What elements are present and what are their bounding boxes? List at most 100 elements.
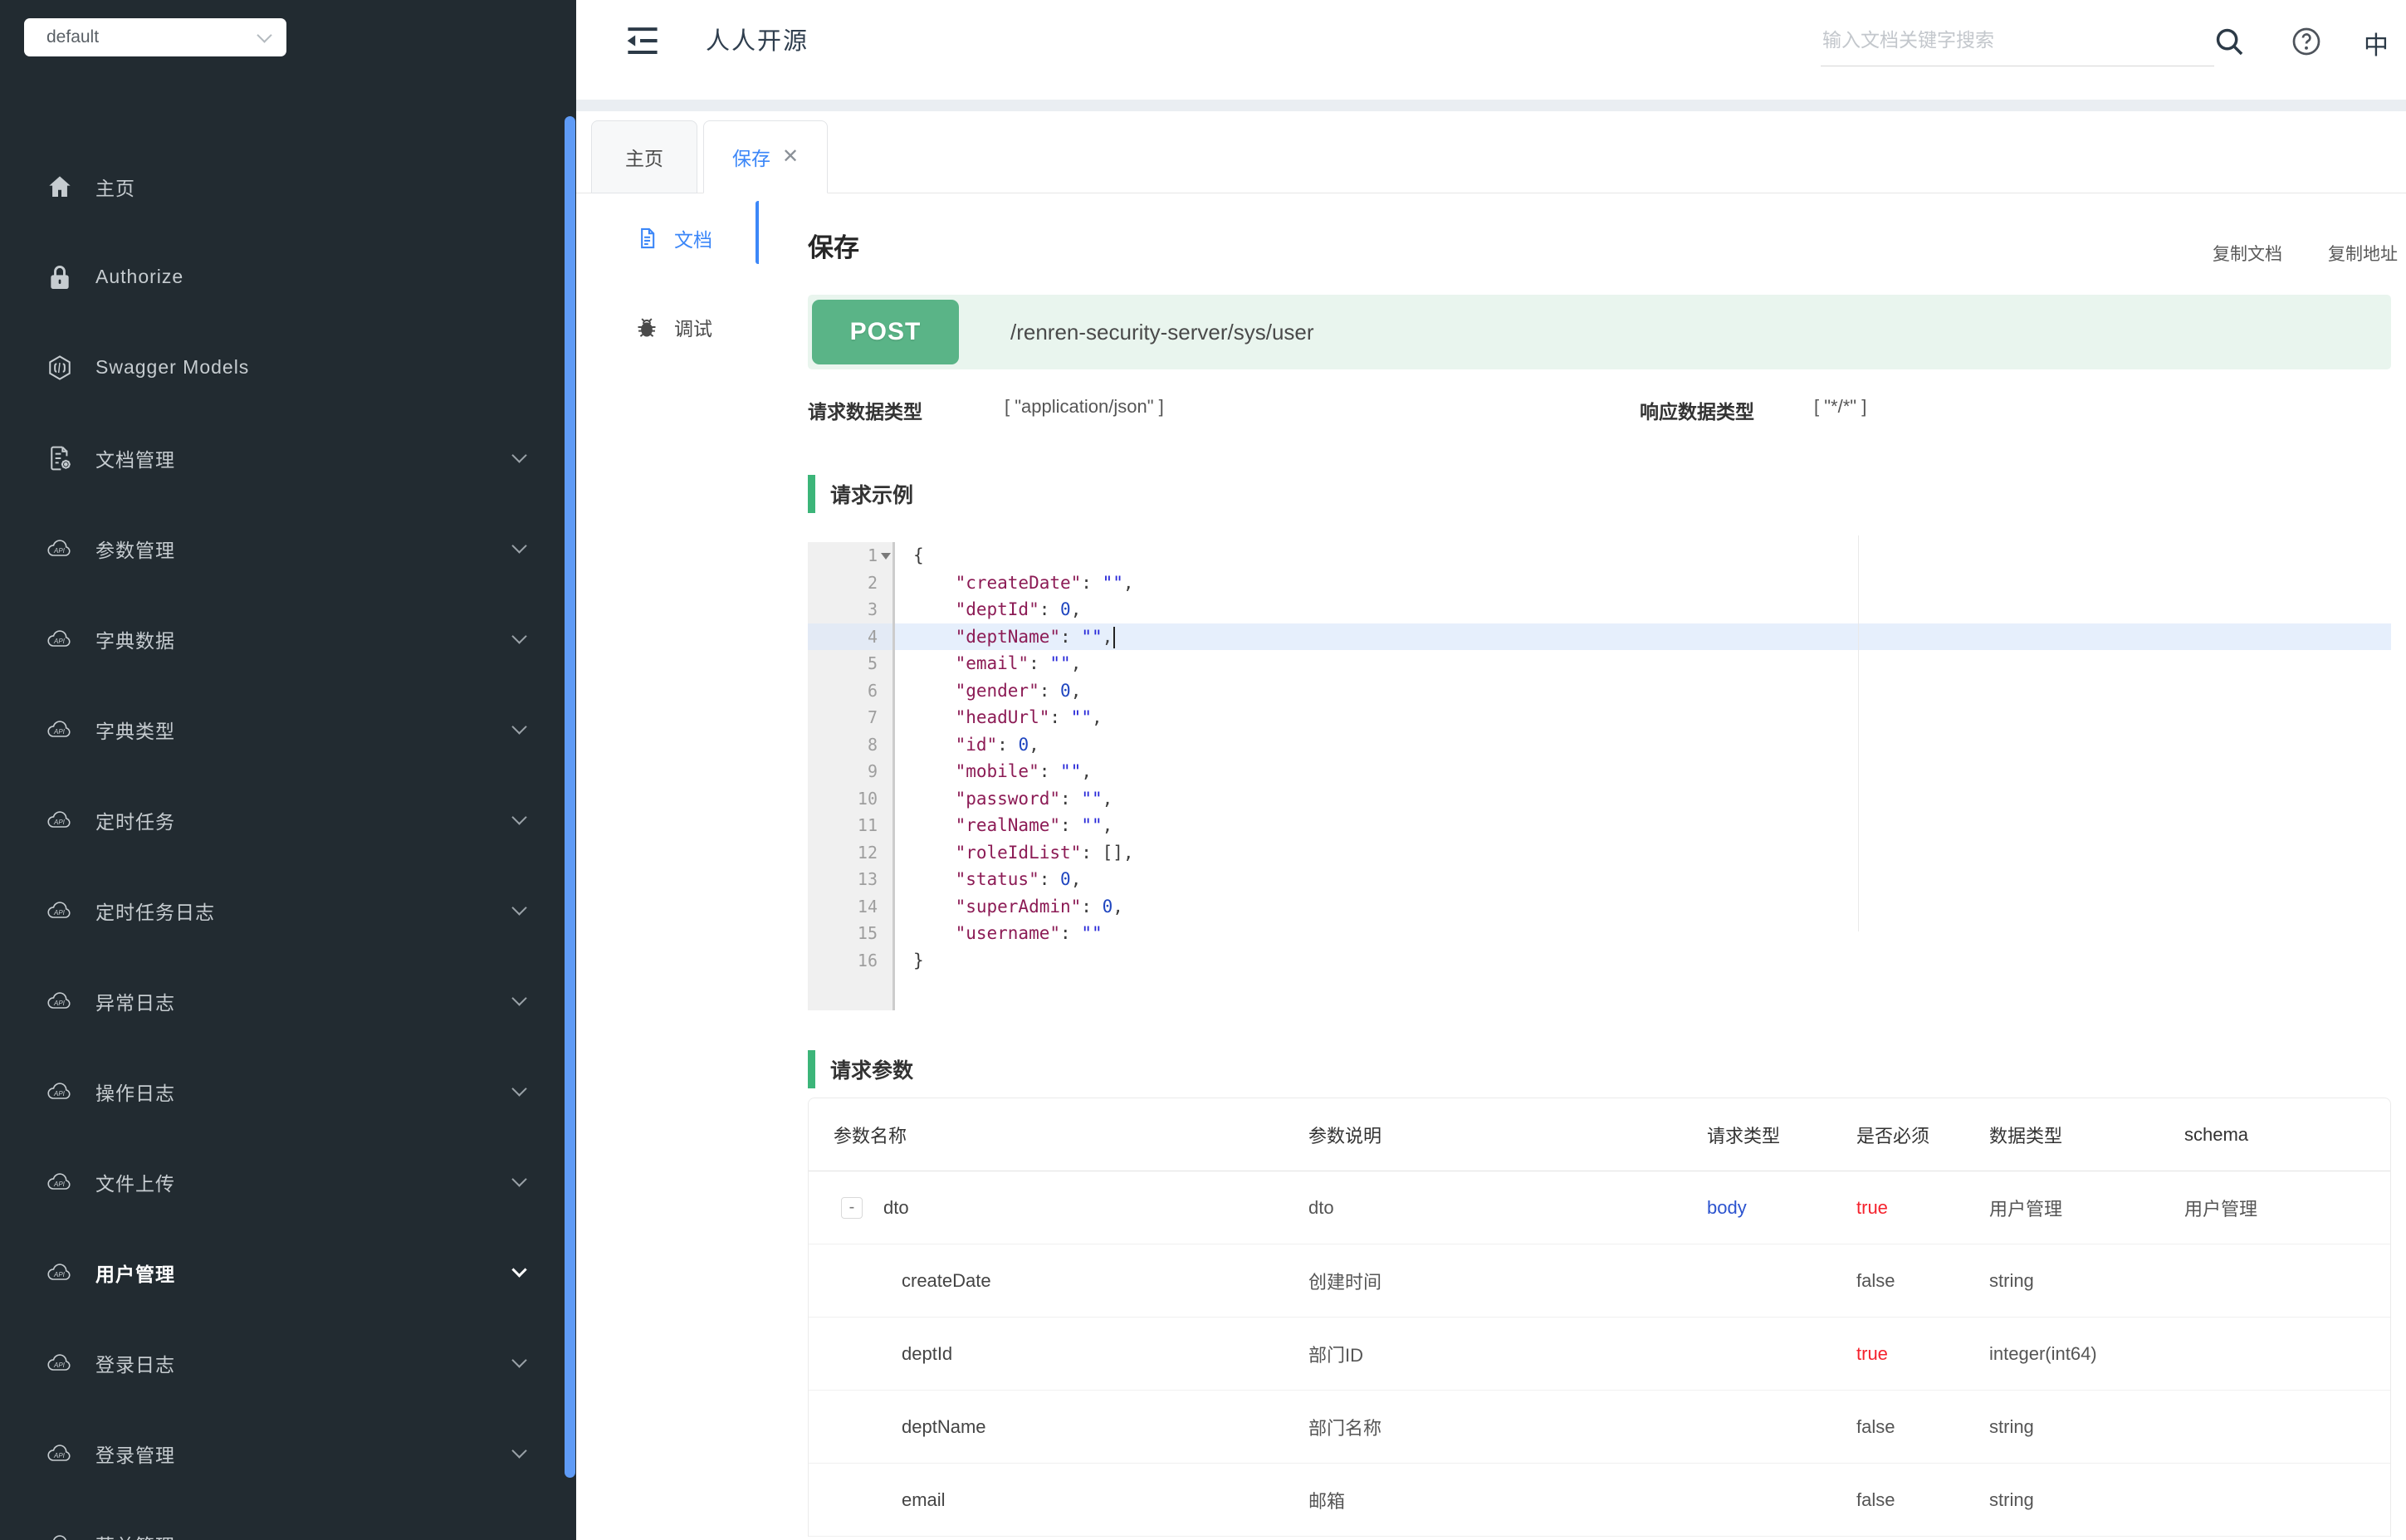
chevron-down-icon <box>511 538 527 554</box>
cloud-api-icon: API <box>46 1259 74 1287</box>
chevron-down-icon <box>511 447 527 463</box>
param-name: createDate <box>902 1269 991 1291</box>
sidebar-item-label: 操作日志 <box>95 1082 175 1104</box>
section-title: 请求示例 <box>830 484 914 507</box>
param-name: dto <box>883 1196 909 1218</box>
param-required: true <box>1856 1196 1888 1218</box>
chevron-down-icon <box>257 27 272 43</box>
params-table: 参数名称 参数说明 请求类型 是否必须 数据类型 schema - dto dto body tru… <box>808 1098 2391 1537</box>
search-icon[interactable] <box>2213 25 2246 58</box>
sidebar-item-param-manage[interactable]: API 参数管理 <box>0 503 576 594</box>
sidebar-scrollbar[interactable] <box>565 116 575 1478</box>
cloud-api-icon: API <box>46 987 74 1015</box>
column-header: 数据类型 <box>1989 1125 2063 1146</box>
code-text: "deptId": 0, <box>955 599 1082 619</box>
cloud-api-icon: API <box>46 625 74 653</box>
sidebar-item-dict-data[interactable]: API 字典数据 <box>0 594 576 684</box>
line-number: 9 <box>808 758 895 785</box>
language-toggle[interactable]: 中 <box>2360 27 2393 60</box>
param-description: dto <box>1308 1196 1334 1218</box>
sidebar-item-file-upload[interactable]: API 文件上传 <box>0 1137 576 1227</box>
editor-line: 4 "deptName": "", <box>808 623 2391 650</box>
chevron-down-icon <box>511 990 527 1006</box>
doc-nav-document[interactable]: 文档 <box>576 193 759 282</box>
param-required: false <box>1856 1269 1895 1291</box>
sidebar-item-menu-manage[interactable]: API 菜单管理 <box>0 1498 576 1540</box>
code-text: } <box>913 950 924 970</box>
sidebar-item-schedule-log[interactable]: API 定时任务日志 <box>0 865 576 956</box>
param-name: deptId <box>902 1342 953 1364</box>
copy-links: 复制文档 复制地址 <box>2213 241 2398 266</box>
cloud-api-icon: API <box>46 1530 74 1540</box>
line-number: 15 <box>808 920 895 947</box>
sidebar-item-label: 定时任务 <box>95 810 175 833</box>
sidebar-item-login-log[interactable]: API 登录日志 <box>0 1318 576 1408</box>
chevron-down-icon <box>511 1081 527 1097</box>
tab-save[interactable]: 保存 ✕ <box>703 120 829 193</box>
chevron-down-icon <box>511 1443 527 1459</box>
sidebar-item-dict-type[interactable]: API 字典类型 <box>0 684 576 775</box>
sidebar-item-label: 文档管理 <box>95 448 175 471</box>
cloud-api-icon: API <box>46 806 74 834</box>
cloud-api-icon: API <box>46 1078 74 1106</box>
param-datatype: 用户管理 <box>1989 1198 2063 1220</box>
search-input[interactable] <box>1821 15 2214 66</box>
sidebar: default 主页 Authorize Swagger Models 文档管理 API… <box>0 0 576 1540</box>
copy-doc-button[interactable]: 复制文档 <box>2213 241 2282 266</box>
sidebar-item-label: Swagger Models <box>95 356 250 378</box>
cloud-api-icon: API <box>46 1440 74 1468</box>
param-datatype: string <box>1989 1415 2034 1437</box>
chevron-down-icon <box>511 1171 527 1187</box>
group-selector-value: default <box>46 27 100 46</box>
section-title: 请求参数 <box>830 1059 914 1083</box>
code-area <box>895 974 2391 1010</box>
copy-address-button[interactable]: 复制地址 <box>2328 241 2398 266</box>
param-name-cell: - dto <box>809 1196 1308 1219</box>
column-header: 是否必须 <box>1856 1125 1930 1146</box>
code-text: "gender": 0, <box>955 680 1082 701</box>
sidebar-item-doc-manage[interactable]: 文档管理 <box>0 413 576 503</box>
doc-nav-label: 调试 <box>674 317 712 340</box>
editor-filler <box>808 974 2391 1010</box>
param-request-type[interactable]: body <box>1707 1197 1856 1219</box>
editor-line: 10 "password": "", <box>808 785 2391 812</box>
help-icon[interactable] <box>2290 25 2323 58</box>
sidebar-item-swagger-models[interactable]: Swagger Models <box>0 322 576 413</box>
request-type-label: 请求数据类型 <box>808 401 922 423</box>
table-header-row: 参数名称 参数说明 请求类型 是否必须 数据类型 schema <box>809 1098 2390 1171</box>
sidebar-item-label: 文件上传 <box>95 1172 175 1195</box>
sidebar-item-home[interactable]: 主页 <box>0 141 576 232</box>
hexagon-icon <box>46 354 74 382</box>
lock-icon <box>46 263 74 291</box>
editor-line: 15 "username": "" <box>808 920 2391 947</box>
sidebar-item-login-manage[interactable]: API 登录管理 <box>0 1408 576 1498</box>
sidebar-item-operation-log[interactable]: API 操作日志 <box>0 1046 576 1137</box>
param-datatype: string <box>1989 1269 2034 1291</box>
sidebar-menu: 主页 Authorize Swagger Models 文档管理 API 参数管理 API 字… <box>0 141 576 1540</box>
chevron-down-icon <box>511 719 527 735</box>
line-number: 12 <box>808 838 895 866</box>
sidebar-item-user-manage[interactable]: API 用户管理 <box>0 1227 576 1318</box>
sidebar-item-label: Authorize <box>95 266 184 287</box>
line-number: 11 <box>808 812 895 839</box>
cloud-api-icon: API <box>46 1168 74 1196</box>
sidebar-item-label: 参数管理 <box>95 539 175 561</box>
sidebar-item-authorize[interactable]: Authorize <box>0 232 576 322</box>
table-row: deptName 部门名称 false string <box>809 1391 2390 1464</box>
sidebar-item-schedule[interactable]: API 定时任务 <box>0 775 576 865</box>
close-icon[interactable]: ✕ <box>782 147 799 167</box>
json-code-editor[interactable]: 1{2 "createDate": "", 3 "deptId": 0, 4 "de… <box>808 535 2391 1010</box>
tab-home[interactable]: 主页 <box>591 120 697 193</box>
group-selector[interactable]: default <box>24 18 286 56</box>
sidebar-item-error-log[interactable]: API 异常日志 <box>0 956 576 1046</box>
column-header: 参数名称 <box>834 1125 907 1146</box>
doc-nav-label: 文档 <box>674 228 712 251</box>
menu-fold-icon[interactable] <box>624 25 661 58</box>
collapse-toggle[interactable]: - <box>841 1196 863 1219</box>
fold-arrow-icon[interactable] <box>881 553 891 560</box>
doc-nav-debug[interactable]: 调试 <box>576 282 759 371</box>
param-name-cell: createDate <box>809 1270 1308 1292</box>
home-icon <box>46 173 74 201</box>
code-text: "username": "" <box>955 923 1103 943</box>
tab-label: 保存 <box>732 148 770 169</box>
